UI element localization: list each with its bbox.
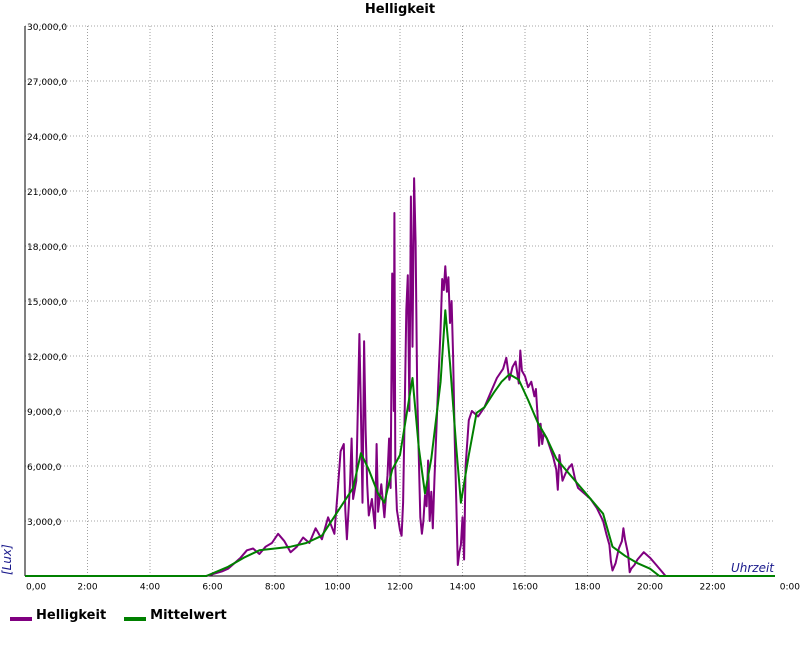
y-tick-label: 30,000,0 (27, 23, 67, 33)
legend-item-mittelwert[interactable]: Mittelwert (124, 608, 227, 623)
legend-label-mittelwert: Mittelwert (150, 608, 227, 623)
legend-item-helligkeit[interactable]: Helligkeit (10, 608, 106, 623)
x-tick-label: 16:00 (512, 583, 538, 593)
legend: Helligkeit Mittelwert (10, 608, 227, 623)
x-tick-label: 2:00 (77, 583, 97, 593)
y-tick-label: 3,000,0 (27, 518, 62, 528)
y-tick-label: 6,000,0 (27, 463, 62, 473)
y-tick-label: 21,000,0 (27, 188, 67, 198)
x-tick-label: 22:00 (700, 583, 726, 593)
x-tick-label: 0:00 (780, 583, 800, 593)
y-tick-label: 12,000,0 (27, 353, 67, 363)
y-tick-label: 9,000,0 (27, 408, 62, 418)
y-tick-label: 15,000,0 (27, 298, 67, 308)
x-tick-label: 18:00 (575, 583, 601, 593)
x-tick-label: 0,00 (26, 583, 46, 593)
y-tick-label: 27,000,0 (27, 78, 67, 88)
legend-swatch-green (124, 617, 147, 621)
x-tick-label: 4:00 (140, 583, 160, 593)
x-axis-label: Uhrzeit (731, 561, 775, 575)
x-tick-label: 10:00 (325, 583, 351, 593)
y-tick-label: 18,000,0 (27, 243, 67, 253)
x-tick-label: 14:00 (450, 583, 476, 593)
x-tick-label: 20:00 (637, 583, 663, 593)
grid (25, 25, 775, 576)
chart: Helligkeit 0,00 2:00 4:00 6:00 8:00 10:00 12:0… (0, 2, 800, 593)
y-tick-label: 24,000,0 (27, 133, 67, 143)
y-axis-label: [Lux] (0, 544, 14, 575)
legend-label-helligkeit: Helligkeit (36, 608, 107, 623)
x-tick-label: 6:00 (202, 583, 222, 593)
chart-title: Helligkeit (365, 2, 435, 17)
legend-swatch-purple (10, 617, 32, 621)
x-tick-label: 12:00 (387, 583, 413, 593)
x-tick-label: 8:00 (265, 583, 285, 593)
